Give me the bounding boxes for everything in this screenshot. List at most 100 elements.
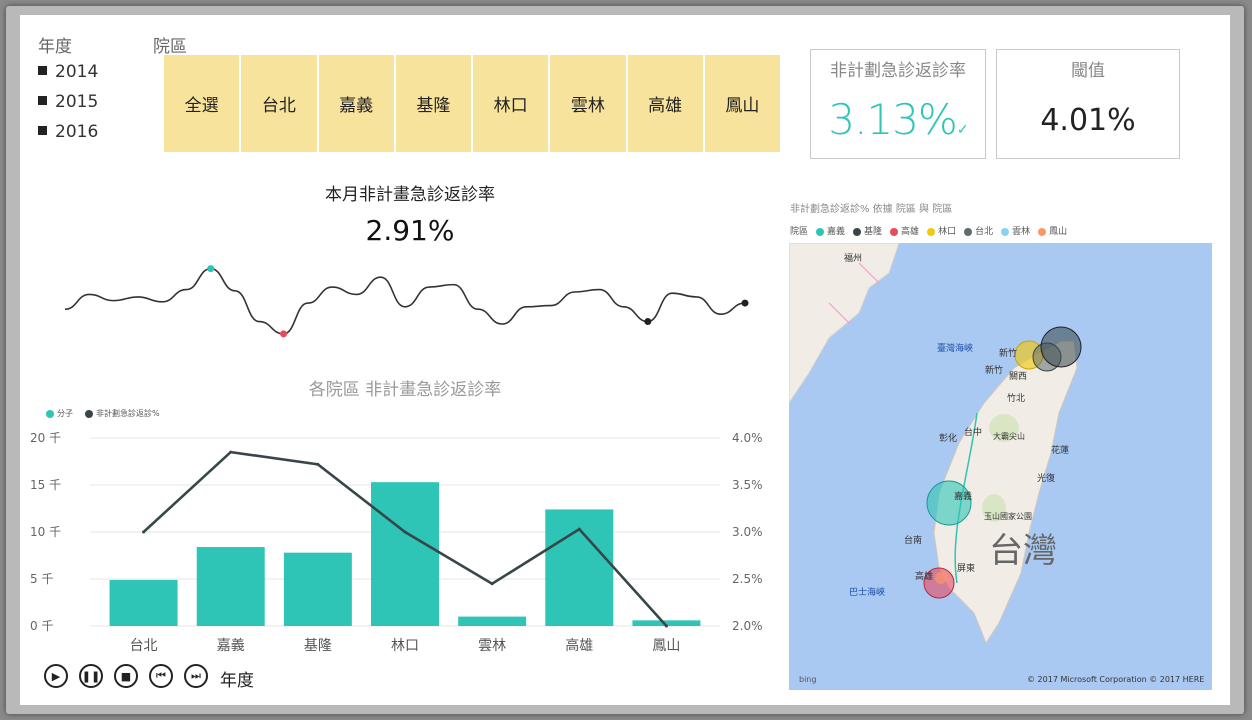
map-label: 嘉義 (954, 492, 973, 502)
legend-item-rate[interactable]: 非計劃急診返診% (85, 408, 160, 419)
legend-dot (85, 409, 93, 418)
x-tick-label: 嘉義 (217, 637, 245, 654)
chart-line-point (403, 530, 407, 534)
chart-bar[interactable] (196, 547, 265, 626)
checkbox-icon[interactable] (38, 125, 47, 135)
map-label: 台南 (904, 536, 923, 546)
x-tick-label: 高雄 (565, 637, 593, 654)
kpi-value: 3.13% (828, 95, 957, 144)
checkbox-icon[interactable] (38, 95, 47, 105)
kpi-card[interactable]: 非計劃急診返診率 3.13%✓ (810, 49, 986, 159)
map-bubble-fengshan[interactable] (935, 572, 947, 584)
map-label: 彰化 (939, 434, 958, 444)
sparkline-marker[interactable] (207, 265, 215, 273)
legend-dot (890, 227, 899, 236)
chart-line-point (577, 527, 581, 531)
y-right-tick-label: 2.5% (732, 572, 763, 586)
sparkline-marker[interactable] (741, 299, 749, 307)
x-tick-label: 雲林 (478, 638, 506, 654)
monthly-value: 2.91% (365, 214, 455, 247)
map-legend-label: 高雄 (901, 227, 920, 237)
next-icon: ⏭ (191, 669, 201, 682)
y-left-tick-label: 10 千 (30, 525, 61, 539)
district-option-yunlin[interactable]: 雲林 (550, 55, 626, 152)
map-legend-item[interactable]: 基隆 (853, 224, 882, 237)
map-legend-label: 基隆 (864, 227, 883, 237)
district-option-all[interactable]: 全選 (164, 55, 240, 152)
year-option-2016[interactable]: 2016 (38, 122, 98, 142)
map-legend-item[interactable]: 鳳山 (1038, 224, 1067, 237)
map-legend-title: 院區 (790, 227, 809, 237)
chart-line-point (229, 450, 233, 454)
y-left-tick-label: 20 千 (30, 431, 61, 445)
chart-bar[interactable] (545, 509, 614, 626)
chart-legend: 分子 非計劃急診返診% (46, 408, 160, 419)
chart-bar[interactable] (458, 616, 527, 626)
sparkline-marker[interactable] (280, 330, 288, 338)
map-label: 屏東 (957, 564, 976, 574)
chart-bar[interactable] (371, 482, 439, 626)
x-tick-label: 鳳山 (652, 638, 680, 654)
map-bubble-keelung[interactable] (1040, 326, 1082, 368)
previous-button[interactable]: ⏮ (149, 664, 173, 688)
district-option-fengshan[interactable]: 鳳山 (704, 55, 780, 152)
legend-item-numerator[interactable]: 分子 (46, 408, 73, 419)
district-option-chiayi[interactable]: 嘉義 (318, 55, 394, 152)
map-svg (789, 243, 1082, 645)
legend-dot (46, 409, 54, 418)
district-option-kaohsiung[interactable]: 高雄 (627, 55, 703, 152)
map-label: 關西 (1009, 372, 1028, 382)
previous-icon: ⏮ (156, 669, 166, 682)
threshold-card[interactable]: 閾值 4.01% (996, 49, 1180, 159)
district-option-linkou[interactable]: 林口 (473, 55, 549, 152)
year-option-2014[interactable]: 2014 (38, 62, 98, 82)
y-left-tick-label: 5 千 (30, 572, 53, 586)
district-option-taipei[interactable]: 台北 (241, 55, 317, 152)
map-label: 高雄 (915, 572, 934, 582)
map-label: 玉山國家公園 (984, 512, 1032, 521)
chart-bar[interactable] (109, 579, 178, 626)
legend-dot (1001, 227, 1010, 236)
y-right-tick-label: 3.5% (732, 478, 763, 492)
map-legend-label: 鳳山 (1049, 227, 1068, 237)
sparkline-path (64, 267, 746, 335)
check-mark-icon: ✓ (956, 122, 969, 138)
y-right-tick-label: 4.0% (732, 431, 763, 445)
map-label: 新竹 (999, 349, 1018, 359)
map-label: 台中 (964, 428, 983, 438)
map-legend-item[interactable]: 林口 (927, 224, 956, 237)
map-legend-item[interactable]: 雲林 (1001, 224, 1030, 237)
monthly-sparkline[interactable] (60, 250, 760, 360)
map-legend-item[interactable]: 台北 (964, 224, 993, 237)
map-legend-label: 雲林 (1012, 227, 1031, 237)
chart-bar[interactable] (283, 552, 352, 626)
map-legend-item[interactable]: 高雄 (890, 224, 919, 237)
pause-button[interactable]: ❚❚ (79, 664, 103, 688)
year-option-2015[interactable]: 2015 (38, 92, 98, 112)
sparkline-marker[interactable] (644, 318, 652, 326)
threshold-title: 閾值 (1071, 61, 1105, 81)
map-label: 竹北 (1007, 394, 1026, 404)
district-option-keelung[interactable]: 基隆 (395, 55, 471, 152)
play-axis-label: 年度 (220, 671, 254, 691)
mainland-land (789, 243, 900, 404)
threshold-value: 4.01% (1040, 103, 1136, 138)
y-right-tick-label: 3.0% (732, 525, 763, 539)
district-combo-chart[interactable]: 0 千 5 千 10 千 15 千 20 千 2.0% 2.5% 3.0% 3.5% 4.0% 台北… (30, 420, 780, 660)
next-button[interactable]: ⏭ (184, 664, 208, 688)
play-button[interactable]: ▶ (44, 664, 68, 688)
x-tick-label: 林口 (391, 638, 419, 654)
checkbox-icon[interactable] (38, 65, 47, 75)
stop-button[interactable]: ■ (114, 664, 138, 688)
chart-line-point (490, 582, 494, 586)
monthly-title: 本月非計畫急診返診率 (325, 185, 495, 205)
map-bubble-chiayi[interactable] (926, 480, 972, 526)
map-visual[interactable]: 福州 臺灣海峽 新竹 竹北 台中 彰化 花蓮 光復 嘉義 玉山國家公園 台南 高… (789, 243, 1212, 690)
map-legend-item[interactable]: 嘉義 (816, 224, 845, 237)
play-icon: ▶ (51, 669, 61, 683)
stop-icon: ■ (120, 669, 132, 683)
chart-line-point (142, 530, 146, 534)
map-title: 非計劃急診返診% 依據 院區 與 院區 (790, 204, 953, 215)
map-label: 福州 (844, 254, 863, 264)
y-left-tick-label: 0 千 (30, 619, 53, 633)
